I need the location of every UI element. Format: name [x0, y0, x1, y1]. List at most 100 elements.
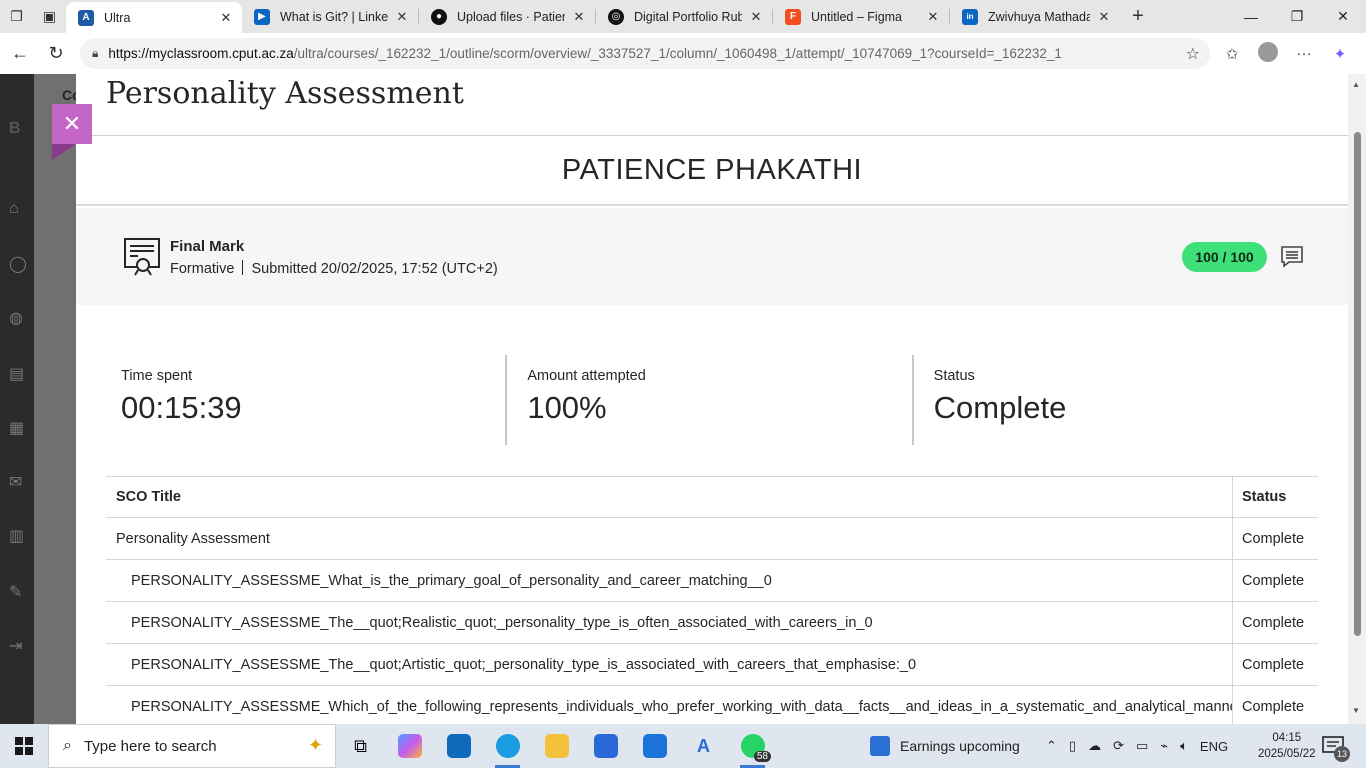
courses-icon[interactable]: ▤ [9, 364, 27, 383]
taskbar-whatsapp[interactable]: 58 [728, 724, 777, 768]
close-tab-icon[interactable]: ✕ [218, 10, 234, 26]
sco-title-cell: PERSONALITY_ASSESSME_Which_of_the_follow… [106, 686, 1233, 724]
minimize-icon[interactable]: — [1228, 0, 1274, 33]
certificate-icon [124, 238, 160, 276]
profile-icon[interactable]: ◯ [9, 254, 27, 273]
separator [242, 260, 244, 275]
tab-rubric[interactable]: ◎ Digital Portfolio Rubric ✕ [596, 0, 772, 33]
task-view-button[interactable]: ⧉ [336, 724, 385, 768]
close-tab-icon[interactable]: ✕ [925, 9, 941, 25]
news-widget[interactable]: Earnings upcoming [870, 724, 1020, 768]
institution-icon[interactable]: ⌂ [9, 200, 27, 218]
grade-type: Formative [170, 261, 235, 277]
tab-title: Zwivhuya Mathada | Li [988, 9, 1090, 24]
more-menu-icon[interactable]: ··· [1286, 45, 1322, 62]
sco-title-cell: PERSONALITY_ASSESSME_The__quot;Realistic… [106, 602, 1233, 643]
system-tray: ⌃ ▯ ☁ ⟳ ▭ ⌁ 🔈︎ ENG [1040, 724, 1234, 768]
linkedin-favicon-icon: in [962, 8, 978, 25]
tab-title: Untitled – Figma [811, 9, 903, 24]
device-icon[interactable]: ▯ [1069, 738, 1076, 754]
url-field[interactable]: 🔒︎ https://myclassroom.cput.ac.za/ultra/… [80, 38, 1210, 69]
taskbar-store[interactable] [581, 724, 630, 768]
close-tab-icon[interactable]: ✕ [571, 9, 587, 25]
close-tab-icon[interactable]: ✕ [394, 9, 410, 25]
linkedin-learning-favicon-icon: ▶ [254, 8, 270, 25]
network-icon[interactable]: ⌁ [1160, 738, 1168, 754]
volume-icon[interactable]: 🔈︎ [1180, 738, 1188, 754]
windows-taskbar: ⌕ Type here to search ✦ ⧉ A 58 Earnings … [0, 724, 1366, 768]
sco-status-cell: Complete [1242, 572, 1305, 589]
taskbar-copilot[interactable] [385, 724, 434, 768]
scroll-down-icon[interactable]: ▼ [1352, 706, 1360, 715]
final-mark-details: Formative Submitted 20/02/2025, 17:52 (UT… [170, 260, 498, 277]
notification-center-button[interactable]: 13 [1322, 736, 1350, 762]
close-tab-icon[interactable]: ✕ [748, 9, 764, 25]
site-info-icon[interactable]: 🔒︎ [92, 46, 98, 61]
app-a-icon: A [697, 735, 710, 756]
taskbar-file-explorer[interactable] [532, 724, 581, 768]
taskbar-outlook[interactable] [434, 724, 483, 768]
institution-logo-icon: B [9, 120, 21, 137]
scroll-up-icon[interactable]: ▲ [1352, 80, 1360, 89]
new-tab-button[interactable]: + [1120, 0, 1156, 33]
messages-icon[interactable]: ✉ [9, 472, 27, 491]
close-tab-icon[interactable]: ✕ [1096, 9, 1112, 25]
table-row: Personality Assessment Complete [106, 518, 1318, 560]
sco-status-cell: Complete [1242, 656, 1305, 673]
column-header-status: Status [1242, 489, 1287, 505]
stat-value: 00:15:39 [121, 390, 242, 425]
taskbar-clock[interactable]: 04:15 2025/05/22 [1258, 730, 1316, 762]
favorites-icon[interactable]: ✩ [1214, 45, 1250, 63]
scrollbar-thumb[interactable] [1354, 132, 1361, 636]
sync-icon[interactable]: ⟳ [1113, 738, 1124, 754]
sco-table: SCO Title Status Personality Assessment … [106, 476, 1318, 724]
restore-icon[interactable]: ❐ [1274, 0, 1320, 33]
sign-out-icon[interactable]: ⇥ [9, 636, 27, 655]
vertical-tabs-icon[interactable]: ▣ [33, 0, 66, 33]
tab-linkedin-profile[interactable]: in Zwivhuya Mathada | Li ✕ [950, 0, 1120, 33]
calendar-icon[interactable]: ▦ [9, 418, 27, 437]
taskbar-search-box[interactable]: ⌕ Type here to search ✦ [48, 724, 336, 768]
course-page-overlay: Co [34, 74, 81, 724]
browser-tab-bar: ❐ ▣ A Ultra ✕ ▶ What is Git? | LinkedIn … [0, 0, 1366, 33]
divider [76, 135, 1348, 136]
table-row: PERSONALITY_ASSESSME_The__quot;Artistic_… [106, 644, 1318, 686]
favorite-star-icon[interactable]: ☆ [1186, 44, 1200, 64]
profile-avatar[interactable] [1250, 41, 1286, 66]
feedback-icon[interactable] [1280, 245, 1304, 269]
tab-ultra[interactable]: A Ultra ✕ [66, 2, 242, 33]
tab-linkedin-learning[interactable]: ▶ What is Git? | LinkedIn ✕ [242, 0, 418, 33]
tools-icon[interactable]: ✎ [9, 582, 27, 601]
page-viewport: B ⌂ ◯ ◍ ▤ ▦ ✉ ▥ ✎ ⇥ Co ✕ Personality Ass… [0, 74, 1366, 724]
close-icon: ✕ [62, 111, 82, 136]
globe-icon[interactable]: ◍ [9, 308, 27, 327]
edge-app-icon [495, 734, 520, 758]
sco-status-cell: Complete [1242, 614, 1305, 631]
close-panel-button[interactable]: ✕ [52, 104, 92, 144]
column-header-sco-title: SCO Title [106, 477, 1233, 517]
cloud-icon[interactable]: ☁ [1088, 738, 1101, 754]
page-scrollbar[interactable]: ▲ ▼ [1348, 74, 1366, 724]
copilot-app-icon [397, 734, 422, 758]
tab-figma[interactable]: F Untitled – Figma ✕ [773, 0, 949, 33]
attempt-stats: Time spent 00:15:39 Amount attempted 100… [106, 355, 1318, 445]
language-indicator[interactable]: ENG [1200, 739, 1228, 754]
close-window-icon[interactable]: ✕ [1320, 0, 1366, 33]
start-button[interactable] [0, 724, 48, 768]
windows-logo-icon [15, 737, 33, 755]
taskbar-app-a[interactable]: A [679, 724, 728, 768]
figma-favicon-icon: F [785, 8, 801, 25]
sco-title-cell: PERSONALITY_ASSESSME_What_is_the_primary… [106, 560, 1233, 601]
grades-icon[interactable]: ▥ [9, 526, 27, 545]
show-hidden-icons-icon[interactable]: ⌃ [1046, 738, 1057, 754]
copilot-icon[interactable]: ✦ [1322, 45, 1358, 63]
tab-github[interactable]: ● Upload files · Patience ✕ [419, 0, 595, 33]
taskbar-edge[interactable] [483, 724, 532, 768]
refresh-icon[interactable]: ↻ [38, 36, 74, 72]
workspaces-icon[interactable]: ❐ [0, 0, 33, 33]
window-controls: — ❐ ✕ [1228, 0, 1366, 33]
back-icon[interactable]: ← [2, 36, 38, 72]
table-header-row: SCO Title Status [106, 476, 1318, 518]
battery-icon[interactable]: ▭ [1136, 738, 1148, 754]
taskbar-mail[interactable] [630, 724, 679, 768]
